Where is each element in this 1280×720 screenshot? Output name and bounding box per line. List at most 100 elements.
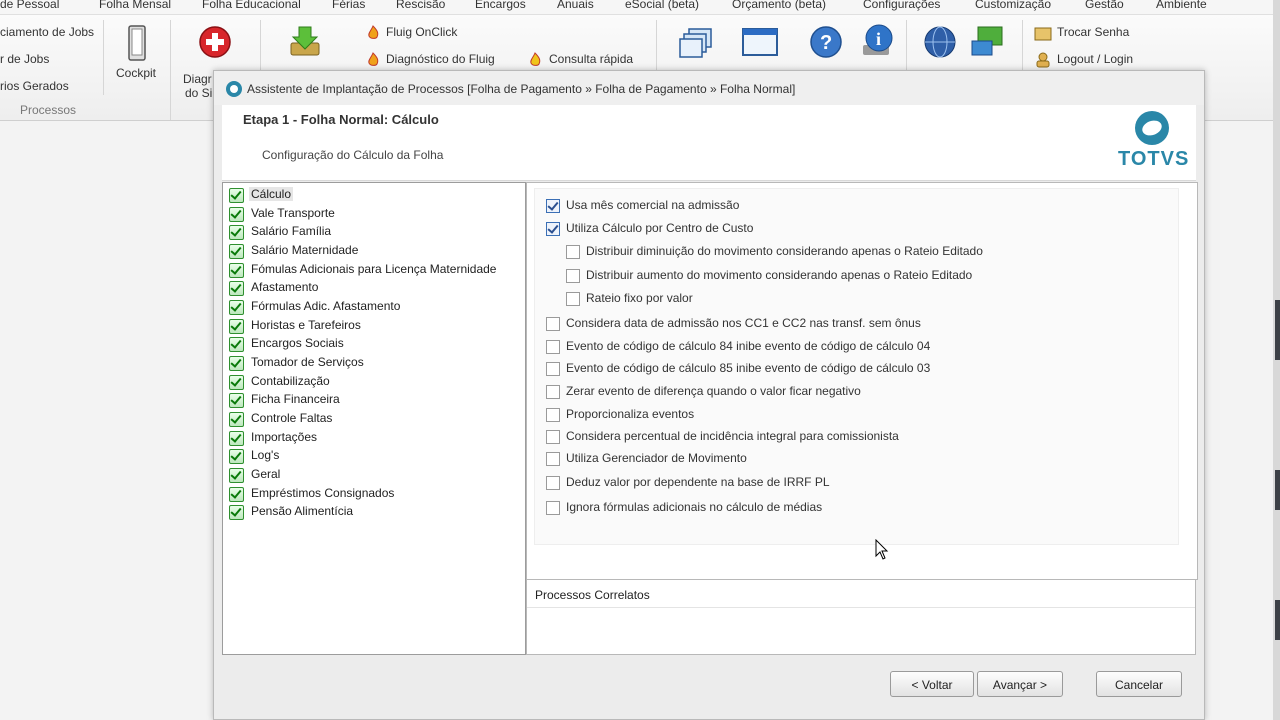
- option-label: Evento de código de cálculo 85 inibe eve…: [566, 361, 931, 375]
- consulta-rapida-icon: [530, 52, 541, 66]
- menu-folha-mensal[interactable]: Folha Mensal: [99, 0, 171, 11]
- info-icon[interactable]: i: [859, 23, 895, 59]
- nav-item-label: Fómulas Adicionais para Licença Maternid…: [251, 262, 497, 276]
- checkbox[interactable]: [546, 362, 560, 376]
- option-label: Distribuir diminuição do movimento consi…: [586, 244, 983, 258]
- nav-item-label: Salário Maternidade: [251, 243, 359, 257]
- consulta-rapida-link[interactable]: Consulta rápida: [549, 52, 633, 66]
- option-label: Ignora fórmulas adicionais no cálculo de…: [566, 500, 823, 514]
- nav-item-label: Contabilização: [251, 374, 330, 388]
- fluig-diagnostic-icon: [368, 52, 379, 66]
- checkbox[interactable]: [546, 317, 560, 331]
- svg-text:?: ?: [820, 32, 832, 54]
- trocar-senha-link[interactable]: Trocar Senha: [1057, 25, 1129, 39]
- checkbox[interactable]: [546, 430, 560, 444]
- nav-item-label: Importações: [251, 430, 318, 444]
- menu-gestao[interactable]: Gestão: [1085, 0, 1124, 11]
- checkbox[interactable]: [546, 385, 560, 399]
- ribbon-gerenciamento-jobs[interactable]: ciamento de Jobs: [0, 25, 94, 39]
- menu-departamento-pessoal[interactable]: de Pessoal: [0, 0, 59, 11]
- voltar-button[interactable]: < Voltar: [890, 671, 974, 697]
- menu-rescisao[interactable]: Rescisão: [396, 0, 445, 11]
- checkbox[interactable]: [566, 269, 580, 283]
- avancar-button[interactable]: Avançar >: [977, 671, 1063, 697]
- plus-circle-icon: [199, 26, 231, 58]
- checkbox[interactable]: [546, 199, 560, 213]
- option-label: Utiliza Gerenciador de Movimento: [566, 451, 747, 465]
- ribbon-group-processos: Processos: [20, 103, 77, 117]
- logout-login-link[interactable]: Logout / Login: [1057, 52, 1133, 66]
- step-title: Etapa 1 - Folha Normal: Cálculo: [243, 112, 439, 127]
- checkbox[interactable]: [566, 292, 580, 306]
- ribbon-monitor-jobs[interactable]: r de Jobs: [0, 52, 49, 66]
- window-icon[interactable]: [742, 27, 778, 59]
- option-label: Proporcionaliza eventos: [566, 407, 695, 421]
- wizard-step-list: Cálculo Vale Transporte Salário Família …: [222, 182, 526, 655]
- check-icon: [229, 487, 244, 502]
- cancelar-button[interactable]: Cancelar: [1096, 671, 1182, 697]
- check-icon: [229, 319, 244, 334]
- diagnostico-fluig-link[interactable]: Diagnóstico do Fluig: [386, 52, 495, 66]
- menu-encargos[interactable]: Encargos: [475, 0, 526, 11]
- diagnostico-label-2: do Si: [185, 86, 213, 100]
- dialog-titlebar[interactable]: Assistente de Implantação de Processos […: [214, 71, 1204, 105]
- nav-item-label: Vale Transporte: [251, 206, 335, 220]
- option-label: Usa mês comercial na admissão: [566, 198, 740, 212]
- checkbox[interactable]: [566, 245, 580, 259]
- menu-configuracoes[interactable]: Configurações: [863, 0, 940, 11]
- nav-item-label: Log's: [251, 448, 280, 462]
- globe-icon[interactable]: [923, 25, 957, 59]
- menu-orcamento[interactable]: Orçamento (beta): [732, 0, 826, 11]
- checkbox[interactable]: [546, 408, 560, 422]
- checkbox[interactable]: [546, 340, 560, 354]
- check-icon: [229, 300, 244, 315]
- options-panel: Usa mês comercial na admissão Utiliza Cá…: [526, 182, 1198, 580]
- download-icon[interactable]: [288, 25, 322, 59]
- wizard-header: Etapa 1 - Folha Normal: Cálculo Configur…: [222, 105, 1196, 181]
- check-icon: [229, 244, 244, 259]
- menu-ferias[interactable]: Férias: [332, 0, 365, 11]
- check-icon: [229, 281, 244, 296]
- checkbox[interactable]: [546, 501, 560, 515]
- nav-item-label: Empréstimos Consignados: [251, 486, 395, 500]
- dialog-title: Assistente de Implantação de Processos […: [247, 82, 796, 96]
- option-label: Utiliza Cálculo por Centro de Custo: [566, 221, 754, 235]
- menu-customizacao[interactable]: Customização: [975, 0, 1051, 11]
- check-icon: [229, 207, 244, 222]
- nav-item-label: Horistas e Tarefeiros: [251, 318, 361, 332]
- checkbox[interactable]: [546, 452, 560, 466]
- ribbon-relatorios-gerados[interactable]: rios Gerados: [0, 79, 69, 93]
- processos-correlatos-panel: Processos Correlatos: [526, 579, 1196, 655]
- menu-ambiente[interactable]: Ambiente: [1156, 0, 1207, 11]
- check-icon: [229, 356, 244, 371]
- check-icon: [229, 449, 244, 464]
- network-icon[interactable]: [970, 25, 1006, 59]
- mouse-cursor-icon: [875, 539, 889, 560]
- check-icon: [229, 263, 244, 278]
- fluig-onclick-link[interactable]: Fluig OnClick: [386, 25, 457, 39]
- menu-folha-educacional[interactable]: Folha Educacional: [202, 0, 301, 11]
- help-icon[interactable]: ?: [809, 25, 843, 59]
- option-label: Considera data de admissão nos CC1 e CC2…: [566, 316, 921, 330]
- key-icon: [1034, 27, 1052, 41]
- check-icon: [229, 412, 244, 427]
- menu-esocial[interactable]: eSocial (beta): [625, 0, 699, 11]
- cockpit-label: Cockpit: [116, 66, 157, 80]
- nav-item-label: Pensão Alimentícia: [251, 504, 354, 518]
- app-logo-icon: [226, 81, 242, 97]
- cockpit-button[interactable]: Cockpit: [108, 21, 164, 83]
- nav-item-label: Salário Família: [251, 224, 332, 238]
- menu-anuais[interactable]: Anuais: [557, 0, 594, 11]
- check-icon: [229, 337, 244, 352]
- option-label: Zerar evento de diferença quando o valor…: [566, 384, 861, 398]
- checkbox[interactable]: [546, 222, 560, 236]
- totvs-logo-icon: [1135, 111, 1169, 145]
- fluig-flame-icon: [368, 25, 379, 39]
- check-icon: [229, 375, 244, 390]
- checkbox[interactable]: [546, 476, 560, 490]
- cascade-windows-icon[interactable]: [679, 27, 713, 59]
- check-icon: [229, 505, 244, 520]
- cockpit-icon: [128, 25, 146, 61]
- option-label: Rateio fixo por valor: [586, 291, 693, 305]
- nav-item-label: Geral: [251, 467, 281, 481]
